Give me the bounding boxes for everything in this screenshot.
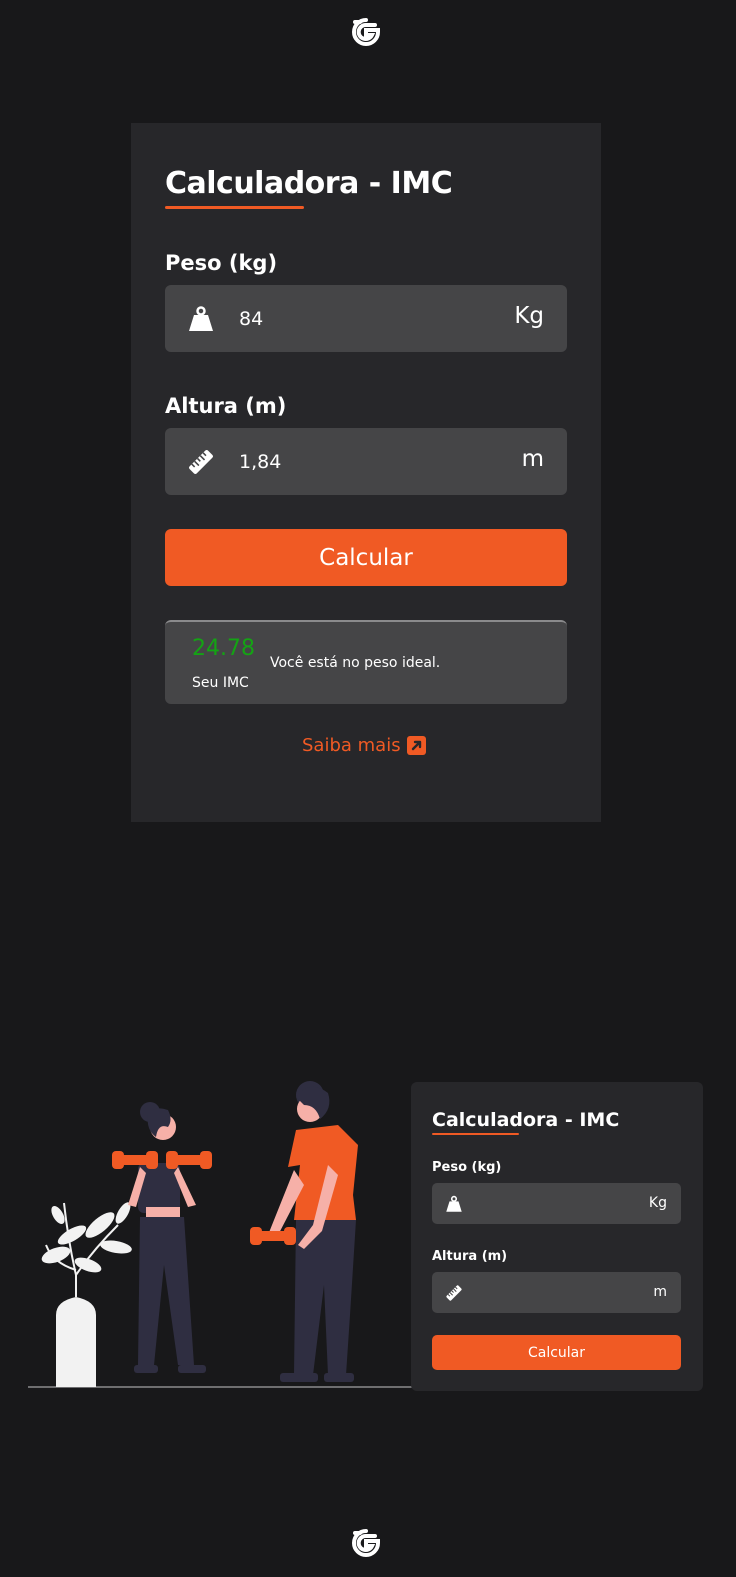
weight-field[interactable]: Kg [165, 285, 567, 352]
preview-title-underline [432, 1133, 519, 1135]
bmi-calculator-card: Calculadora - IMC Peso (kg) Kg Altura (m… [131, 123, 601, 822]
height-label: Altura (m) [165, 394, 287, 418]
weight-label: Peso (kg) [165, 251, 278, 275]
title-underline [165, 206, 304, 209]
woman-illustration [112, 1102, 212, 1373]
preview-weight-field[interactable]: Kg [432, 1183, 681, 1224]
bmi-message: Você está no peso ideal. [270, 655, 441, 671]
preview-title: Calculadora - IMC [432, 1109, 620, 1131]
preview-calculator-card: Calculadora - IMC Peso (kg) Kg Altura (m… [411, 1082, 703, 1391]
man-illustration [250, 1081, 358, 1382]
ruler-icon [446, 1285, 462, 1301]
preview-calculate-button[interactable]: Calcular [432, 1335, 681, 1370]
weight-icon [446, 1195, 462, 1212]
height-unit: m [521, 446, 544, 472]
preview-height-field[interactable]: m [432, 1272, 681, 1313]
external-link-icon [406, 736, 426, 755]
g-logo-icon [352, 1529, 380, 1557]
preview-height-label: Altura (m) [432, 1249, 508, 1264]
g-logo-icon [352, 18, 380, 46]
bmi-value: 24.78 [192, 636, 255, 661]
learn-more-link[interactable]: Saiba mais [302, 735, 426, 756]
height-input[interactable] [239, 446, 489, 478]
preview-height-unit: m [653, 1284, 667, 1300]
card-title: Calculadora - IMC [165, 166, 453, 201]
plant-illustration [41, 1202, 132, 1387]
ruler-icon [189, 450, 213, 474]
learn-more-label: Saiba mais [302, 735, 401, 756]
preview-weight-label: Peso (kg) [432, 1160, 502, 1175]
preview-weight-unit: Kg [648, 1195, 667, 1211]
weight-unit: Kg [514, 303, 544, 329]
height-field[interactable]: m [165, 428, 567, 495]
calculate-button[interactable]: Calcular [165, 529, 567, 586]
result-panel: 24.78 Seu IMC Você está no peso ideal. [165, 620, 567, 704]
weight-icon [189, 306, 213, 331]
weight-input[interactable] [239, 303, 489, 335]
bmi-label: Seu IMC [192, 675, 249, 691]
workout-illustration [28, 1081, 418, 1388]
